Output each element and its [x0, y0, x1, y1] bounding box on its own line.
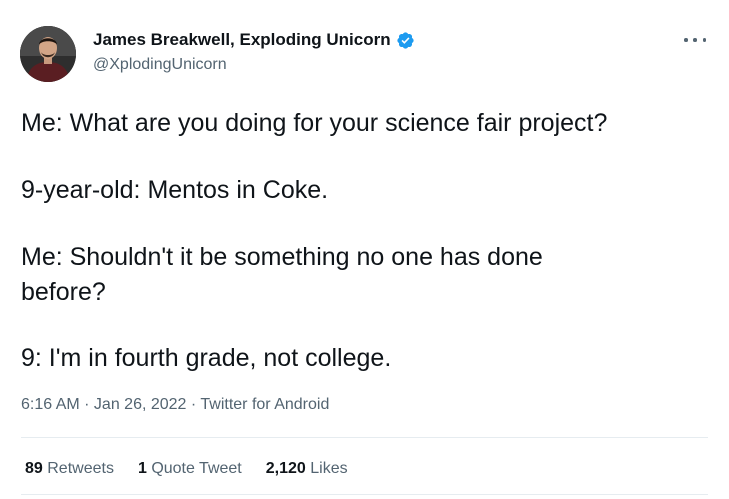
avatar-photo-icon	[20, 26, 76, 82]
retweets-count: 89	[25, 460, 43, 477]
divider	[21, 437, 708, 438]
author-handle[interactable]: @XplodingUnicorn	[93, 56, 227, 74]
likes-label: Likes	[310, 460, 348, 477]
tweet-time[interactable]: 6:16 AM	[21, 396, 80, 413]
tweet-text-line: 9-year-old: Mentos in Coke.	[21, 176, 329, 204]
quote-tweets-label: Quote Tweet	[151, 460, 242, 477]
divider	[21, 494, 708, 495]
tweet-text-line: Me: What are you doing for your science …	[21, 109, 608, 137]
avatar[interactable]	[20, 26, 76, 82]
more-options-button[interactable]	[684, 33, 706, 47]
meta-separator: ·	[186, 396, 201, 413]
verified-badge-icon	[396, 31, 414, 49]
likes-count: 2,120	[265, 460, 306, 477]
more-options-icon	[684, 38, 688, 42]
retweets-stat[interactable]: 89 Retweets	[25, 460, 114, 478]
quote-tweets-stat[interactable]: 1 Quote Tweet	[138, 460, 242, 478]
tweet-metadata: 6:16 AM · Jan 26, 2022 · Twitter for And…	[21, 396, 329, 414]
meta-separator: ·	[79, 396, 94, 413]
tweet-text-line: 9: I'm in fourth grade, not college.	[21, 344, 392, 372]
author-name-row[interactable]: James Breakwell, Exploding Unicorn	[93, 30, 415, 50]
tweet-date[interactable]: Jan 26, 2022	[94, 396, 187, 413]
tweet-source-link[interactable]: Twitter for Android	[200, 396, 329, 413]
tweet-card: James Breakwell, Exploding Unicorn @Xplo…	[0, 0, 729, 499]
author-display-name[interactable]: James Breakwell, Exploding Unicorn	[93, 30, 391, 50]
retweets-label: Retweets	[47, 460, 114, 477]
tweet-stats: 89 Retweets 1 Quote Tweet 2,120 Likes	[25, 460, 348, 478]
tweet-text-line: before?	[21, 278, 106, 306]
likes-stat[interactable]: 2,120 Likes	[266, 460, 348, 478]
quote-tweets-count: 1	[137, 460, 147, 477]
tweet-text-line: Me: Shouldn't it be something no one has…	[21, 243, 543, 271]
